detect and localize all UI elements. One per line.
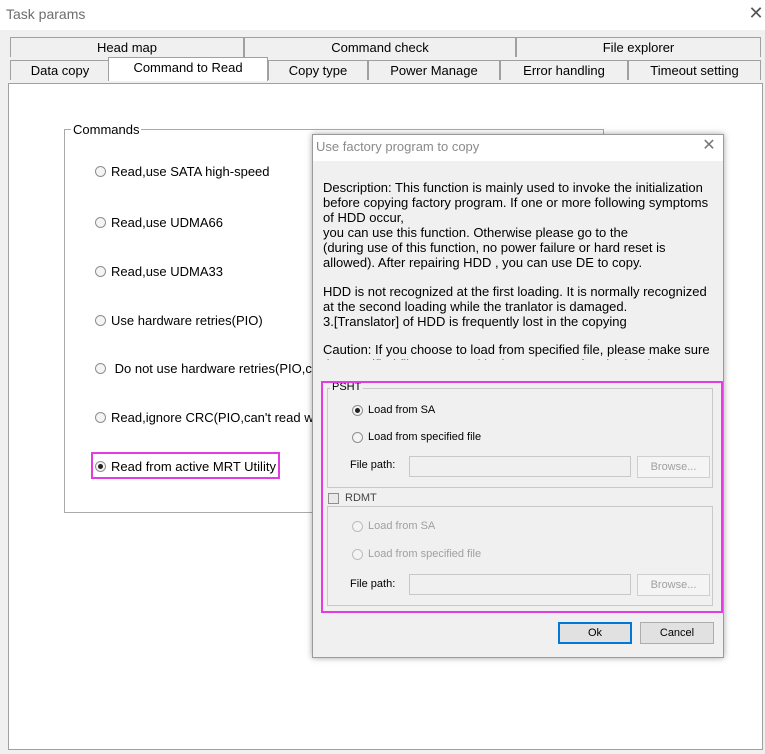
radio-udma33[interactable] [95, 266, 106, 277]
radio-ignore-crc[interactable] [95, 412, 106, 423]
option-label-udma33: Read,use UDMA33 [111, 264, 223, 279]
tab-timeout-setting[interactable]: Timeout setting [628, 60, 761, 80]
desc-line-6: 3.[Translator] of HDD is frequently lost… [323, 313, 627, 329]
desc-line-5: HDD is not recognized at the first loadi… [323, 283, 707, 314]
highlight-box-dialog-groups [321, 381, 723, 613]
desc-line-7 [323, 329, 718, 343]
option-label-no-hardware-retries: Do not use hardware retries(PIO,c [111, 361, 312, 376]
option-label-hardware-retries: Use hardware retries(PIO) [111, 313, 263, 328]
tab-file-explorer[interactable]: File explorer [516, 37, 761, 57]
dialog-title: Use factory program to copy [316, 139, 480, 154]
radio-udma66[interactable] [95, 217, 106, 228]
radio-no-hardware-retries[interactable] [95, 363, 106, 374]
option-label-udma66: Read,use UDMA66 [111, 215, 223, 230]
tab-head-map[interactable]: Head map [10, 37, 244, 57]
radio-sata-high-speed[interactable] [95, 166, 106, 177]
close-icon[interactable]: ✕ [746, 3, 765, 23]
dialog-description: Description: This function is mainly use… [323, 180, 718, 360]
cancel-button[interactable]: Cancel [640, 622, 714, 644]
commands-legend: Commands [71, 122, 142, 137]
tab-command-to-read[interactable]: Command to Read [108, 57, 268, 81]
desc-line-3: (during use of this function, no power f… [323, 240, 666, 270]
window-titlebar [0, 0, 765, 30]
option-label-ignore-crc: Read,ignore CRC(PIO,can't read wh [111, 410, 321, 425]
dialog-close-icon[interactable]: ✕ [700, 137, 718, 155]
desc-line-1: Description: This function is mainly use… [323, 180, 709, 225]
highlight-box-mrt [91, 452, 280, 479]
tab-command-check[interactable]: Command check [244, 37, 516, 57]
desc-line-4 [323, 270, 718, 284]
tab-error-handling[interactable]: Error handling [500, 60, 628, 80]
tab-copy-type[interactable]: Copy type [268, 60, 368, 80]
ok-button[interactable]: Ok [558, 622, 632, 644]
tab-data-copy[interactable]: Data copy [10, 60, 110, 80]
radio-hardware-retries[interactable] [95, 315, 106, 326]
option-label-sata-high-speed: Read,use SATA high-speed [111, 164, 270, 179]
tab-power-manage[interactable]: Power Manage [368, 60, 500, 80]
desc-line-2: you can use this function. Otherwise ple… [323, 225, 628, 240]
desc-line-8: Caution: If you choose to load from spec… [323, 342, 710, 360]
window-title: Task params [6, 6, 86, 22]
